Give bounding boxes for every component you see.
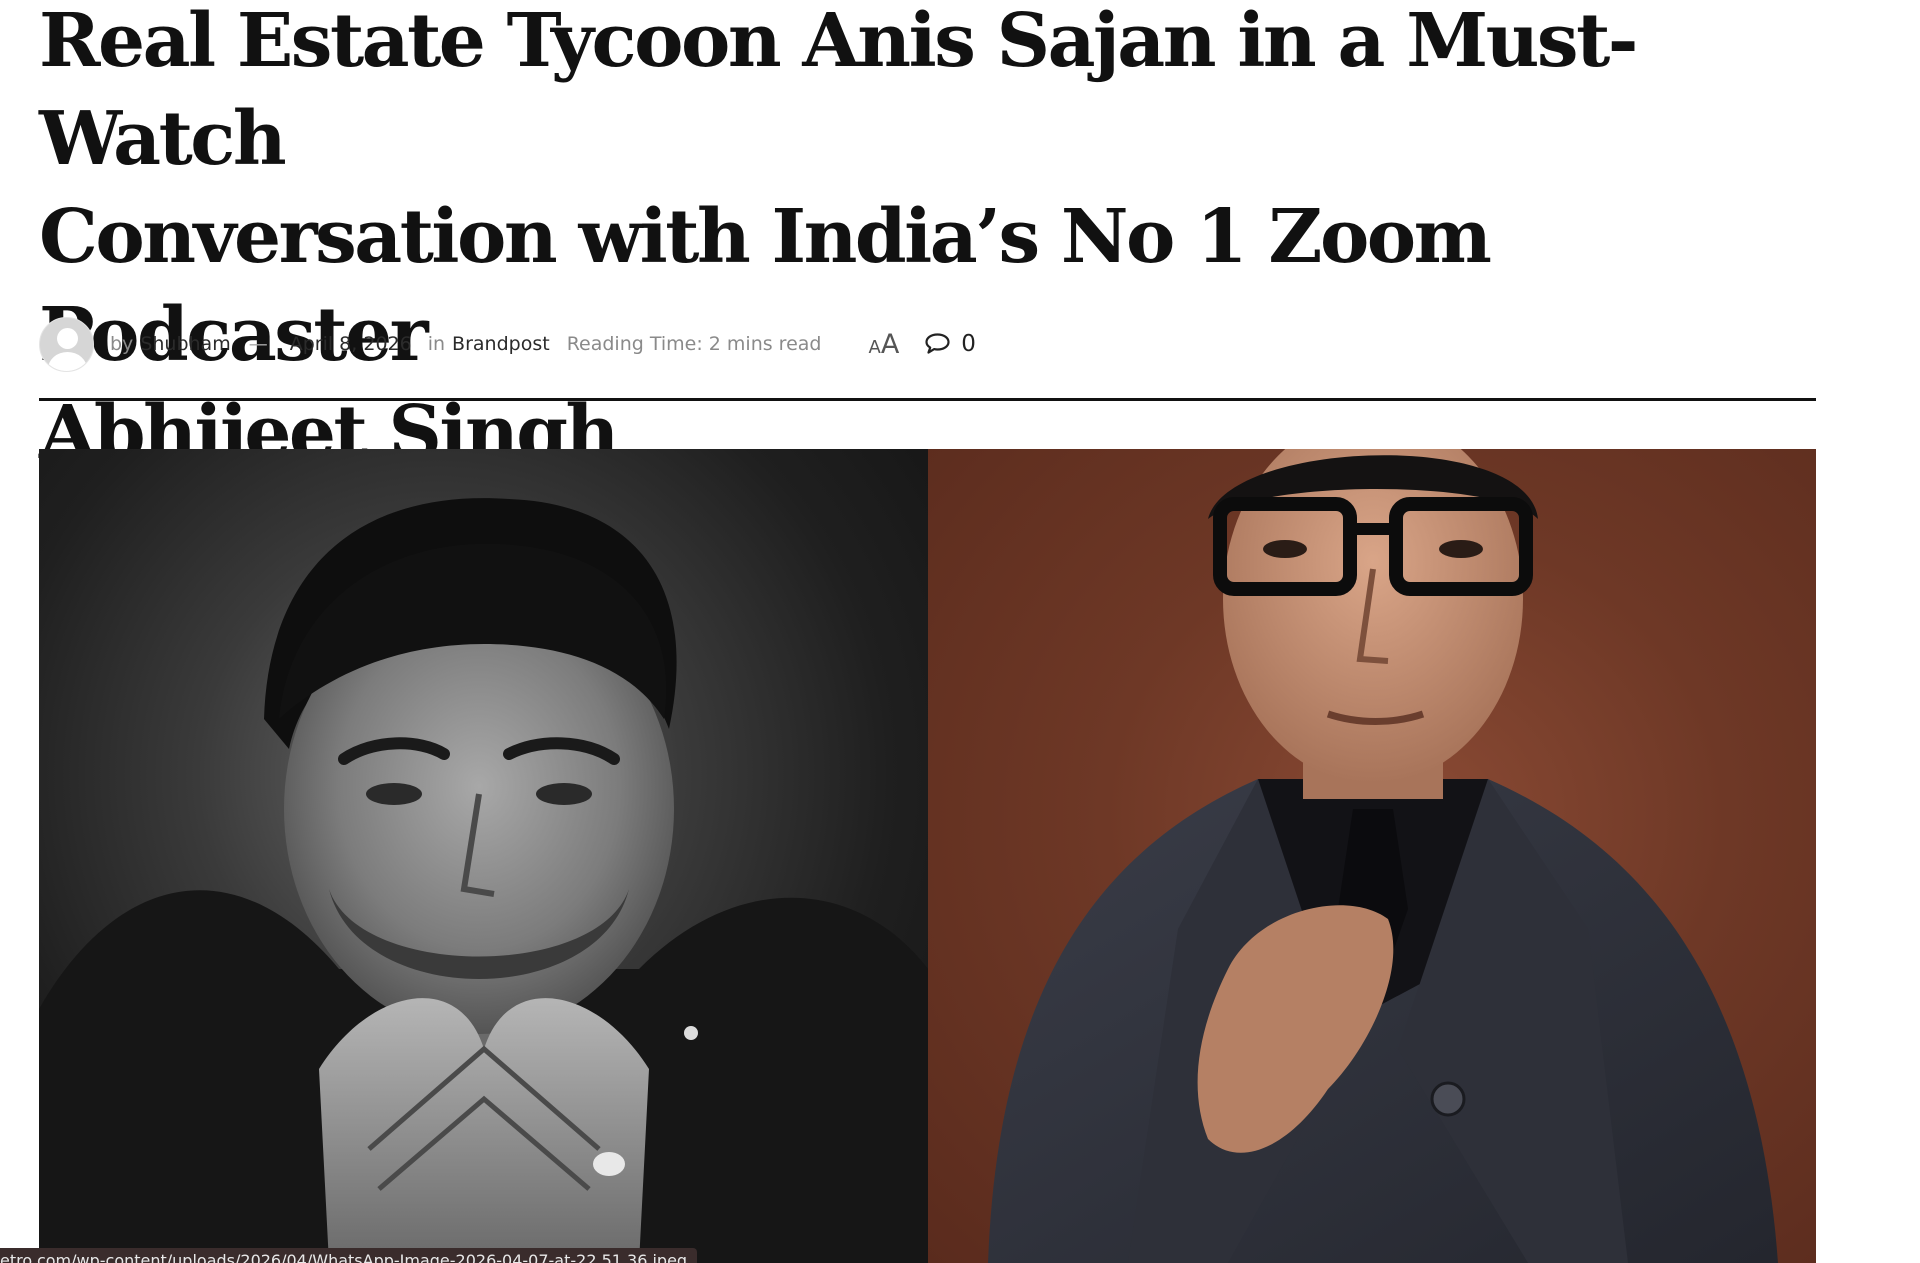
font-size-small: A <box>868 336 881 358</box>
comment-bubble-icon <box>925 333 950 354</box>
reading-time: Reading Time: 2 mins read <box>566 333 822 355</box>
status-bar-url: etro.com/wp-content/uploads/2026/04/What… <box>0 1248 698 1263</box>
right-portrait-illustration <box>988 449 1778 1263</box>
article-meta: by Shubham — April 8, 2026 in Brandpost … <box>39 316 976 372</box>
comments-link[interactable]: 0 <box>924 331 976 357</box>
featured-image[interactable] <box>39 449 1816 1263</box>
article: Real Estate Tycoon Anis Sajan in a Must-… <box>39 0 1816 1263</box>
meta-separator: — <box>248 333 268 355</box>
font-size-large: A <box>880 328 900 360</box>
left-portrait-illustration <box>39 498 928 1263</box>
featured-image-left-portrait <box>39 449 928 1263</box>
user-avatar-icon[interactable] <box>39 316 94 372</box>
font-size-icon[interactable]: A A <box>868 329 899 360</box>
featured-image-right-portrait <box>928 449 1816 1263</box>
post-date[interactable]: April 8, 2026 <box>290 333 412 355</box>
in-label: in <box>427 333 446 355</box>
author-link[interactable]: Shubham <box>140 333 230 355</box>
article-title: Real Estate Tycoon Anis Sajan in a Must-… <box>39 0 1759 482</box>
comment-count: 0 <box>961 331 976 357</box>
meta-divider <box>39 398 1816 401</box>
title-line: Real Estate Tycoon Anis Sajan in a Must-… <box>39 0 1638 182</box>
category-link[interactable]: Brandpost <box>452 333 550 355</box>
by-label: by <box>110 333 134 355</box>
